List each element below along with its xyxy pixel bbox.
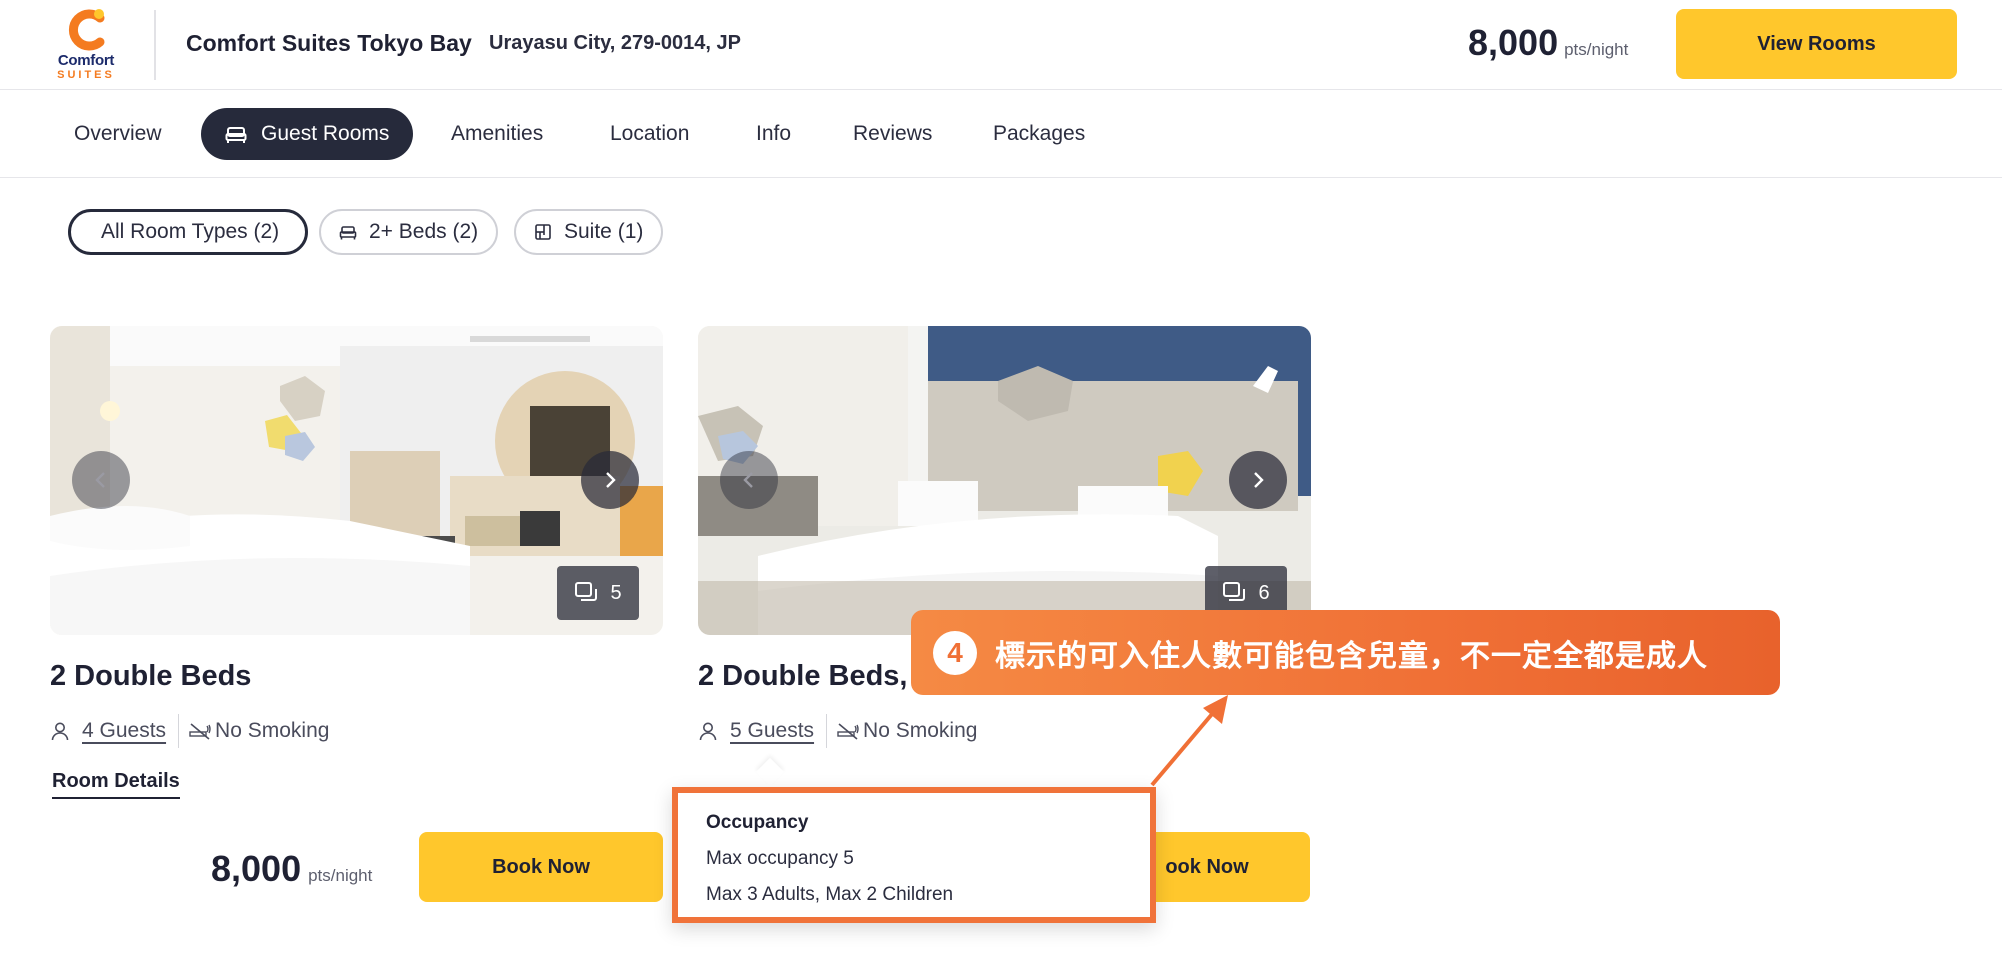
logo-mark-icon xyxy=(68,9,105,51)
bed-icon xyxy=(225,127,247,143)
adults-children-limit-text: Max 3 Adults, Max 2 Children xyxy=(706,884,954,905)
carousel-prev-button[interactable] xyxy=(720,451,778,509)
photo-count-value: 5 xyxy=(610,581,622,604)
max-occupancy-text: Max occupancy 5 xyxy=(706,848,854,869)
filter-suite[interactable]: Suite (1) xyxy=(514,209,664,255)
view-rooms-button[interactable]: View Rooms xyxy=(1676,9,1957,79)
filter-all-room-types[interactable]: All Room Types (2) xyxy=(68,209,308,255)
section-tabs: Overview Guest Rooms Amenities Location … xyxy=(0,90,2002,178)
carousel-prev-button[interactable] xyxy=(72,451,130,509)
tab-guest-rooms[interactable]: Guest Rooms xyxy=(201,108,414,160)
filter-all-room-types-label: All Room Types (2) xyxy=(101,220,280,243)
site-header: Comfort SUITES Comfort Suites Tokyo Bay … xyxy=(0,0,2002,90)
gallery-icon xyxy=(575,582,598,601)
chevron-left-icon xyxy=(95,472,105,488)
annotation-callout: 4 標示的可入住人數可能包含兒童，不一定全都是成人 xyxy=(911,610,1780,695)
chevron-right-icon xyxy=(606,472,616,488)
logo-subtitle: SUITES xyxy=(57,69,115,81)
room-photo-carousel[interactable]: 6 xyxy=(698,326,1311,635)
annotation-number-badge: 4 xyxy=(933,630,977,675)
header-price-amount: 8,000 xyxy=(1468,22,1559,63)
meta-divider xyxy=(178,714,180,748)
tab-amenities[interactable]: Amenities xyxy=(451,108,543,160)
filter-2-plus-beds-label: 2+ Beds (2) xyxy=(369,220,479,243)
carousel-next-button[interactable] xyxy=(581,451,639,509)
hotel-address: Urayasu City, 279-0014, JP xyxy=(489,32,742,54)
filter-2-plus-beds[interactable]: 2+ Beds (2) xyxy=(319,209,499,255)
person-icon xyxy=(51,722,69,741)
room-details-link[interactable]: Room Details xyxy=(52,770,180,799)
room-title: 2 Double Beds, xyxy=(698,660,908,692)
photo-count-value: 6 xyxy=(1258,581,1270,604)
tab-packages[interactable]: Packages xyxy=(993,108,1085,160)
smoking-policy: No Smoking xyxy=(863,719,978,742)
carousel-next-button[interactable] xyxy=(1229,451,1287,509)
room-title: 2 Double Beds xyxy=(50,660,252,692)
tooltip-title: Occupancy xyxy=(706,812,809,833)
annotation-text: 標示的可入住人數可能包含兒童，不一定全都是成人 xyxy=(995,638,1708,674)
tooltip-caret xyxy=(755,757,785,787)
tab-overview[interactable]: Overview xyxy=(74,108,162,160)
guests-link[interactable]: 4 Guests xyxy=(82,719,166,743)
gallery-icon xyxy=(1223,582,1246,601)
hotel-name: Comfort Suites Tokyo Bay xyxy=(186,30,472,56)
smoking-policy: No Smoking xyxy=(215,719,330,742)
room-photo-carousel[interactable]: 5 xyxy=(50,326,663,635)
book-now-label: ook Now xyxy=(1165,855,1249,878)
header-price-unit: pts/night xyxy=(1564,40,1629,59)
bed-icon xyxy=(339,226,357,240)
tab-location[interactable]: Location xyxy=(610,108,689,160)
room-price-unit: pts/night xyxy=(308,866,373,885)
room-meta: 5 Guests No Smoking xyxy=(698,714,978,748)
chevron-right-icon xyxy=(1254,472,1264,488)
header-divider xyxy=(154,10,156,80)
occupancy-tooltip: Occupancy Max occupancy 5 Max 3 Adults, … xyxy=(672,787,1156,923)
photo-count-badge[interactable]: 5 xyxy=(557,566,639,620)
room-price-amount: 8,000 xyxy=(211,848,302,889)
suite-icon xyxy=(535,224,551,240)
logo-wordmark: Comfort xyxy=(57,52,115,69)
chevron-left-icon xyxy=(743,472,753,488)
person-icon xyxy=(699,722,717,741)
comfort-suites-logo[interactable]: Comfort SUITES xyxy=(46,8,126,82)
book-now-button[interactable]: Book Now xyxy=(419,832,663,902)
tab-info[interactable]: Info xyxy=(756,108,791,160)
no-smoking-icon xyxy=(189,723,211,740)
room-meta: 4 Guests No Smoking xyxy=(50,714,330,748)
tab-reviews[interactable]: Reviews xyxy=(853,108,932,160)
room-price: 8,000 pts/night xyxy=(211,848,372,890)
header-price: 8,000 pts/night xyxy=(1468,22,1628,64)
tab-guest-rooms-label: Guest Rooms xyxy=(261,122,390,145)
guests-link[interactable]: 5 Guests xyxy=(730,719,814,743)
no-smoking-icon xyxy=(837,723,859,740)
meta-divider xyxy=(826,714,828,748)
filter-suite-label: Suite (1) xyxy=(564,220,644,243)
